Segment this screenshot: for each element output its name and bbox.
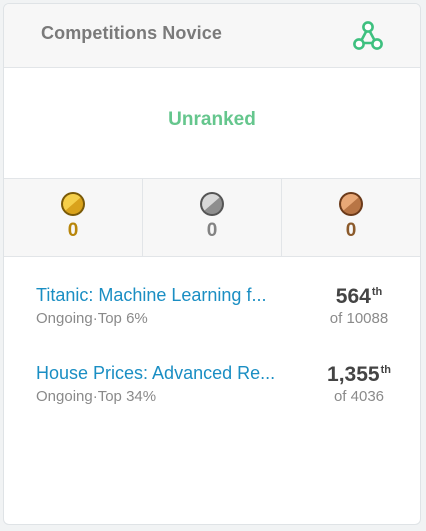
- silver-medal-icon: [200, 192, 224, 216]
- bronze-medal-count: 0: [345, 220, 357, 241]
- competition-link[interactable]: House Prices: Advanced Re...: [36, 363, 304, 384]
- rank-status: Unranked: [168, 109, 256, 130]
- silver-medal-count: 0: [206, 220, 218, 241]
- competition-rank: 564th of 10088: [314, 285, 404, 327]
- gold-medal: 0: [4, 179, 143, 256]
- competitions-card: Competitions Novice Unranked 0 0 0 Titan…: [3, 3, 421, 525]
- competition-status: Ongoing: [36, 310, 93, 327]
- bronze-medal-icon: [339, 192, 363, 216]
- bronze-medal: 0: [282, 179, 420, 256]
- network-nodes-icon: [353, 21, 383, 50]
- competition-top-percent: Top 6%: [97, 310, 148, 327]
- card-header: Competitions Novice: [4, 4, 420, 68]
- competition-meta: Ongoing·Top 6%: [36, 310, 148, 327]
- rank-suffix: th: [371, 286, 383, 298]
- competition-list: Titanic: Machine Learning f... Ongoing·T…: [4, 285, 420, 441]
- rank-number: 564: [335, 285, 371, 308]
- silver-medal: 0: [143, 179, 282, 256]
- competition-rank: 1,355th of 4036: [314, 363, 404, 405]
- competition-row: Titanic: Machine Learning f... Ongoing·T…: [4, 285, 420, 363]
- gold-medal-count: 0: [67, 220, 79, 241]
- rank-number: 1,355: [327, 363, 380, 386]
- rank-section: Unranked: [4, 68, 420, 179]
- rank-total: of 4036: [333, 388, 385, 405]
- rank-suffix: th: [380, 364, 391, 376]
- competition-top-percent: Top 34%: [97, 388, 157, 405]
- rank-total: of 10088: [329, 310, 389, 327]
- competition-link[interactable]: Titanic: Machine Learning f...: [36, 285, 304, 306]
- medal-summary: 0 0 0: [4, 179, 420, 257]
- competition-status: Ongoing: [36, 388, 93, 405]
- competition-row: House Prices: Advanced Re... Ongoing·Top…: [4, 363, 420, 441]
- competition-meta: Ongoing·Top 34%: [36, 388, 157, 405]
- gold-medal-icon: [61, 192, 85, 216]
- card-title: Competitions Novice: [41, 23, 222, 43]
